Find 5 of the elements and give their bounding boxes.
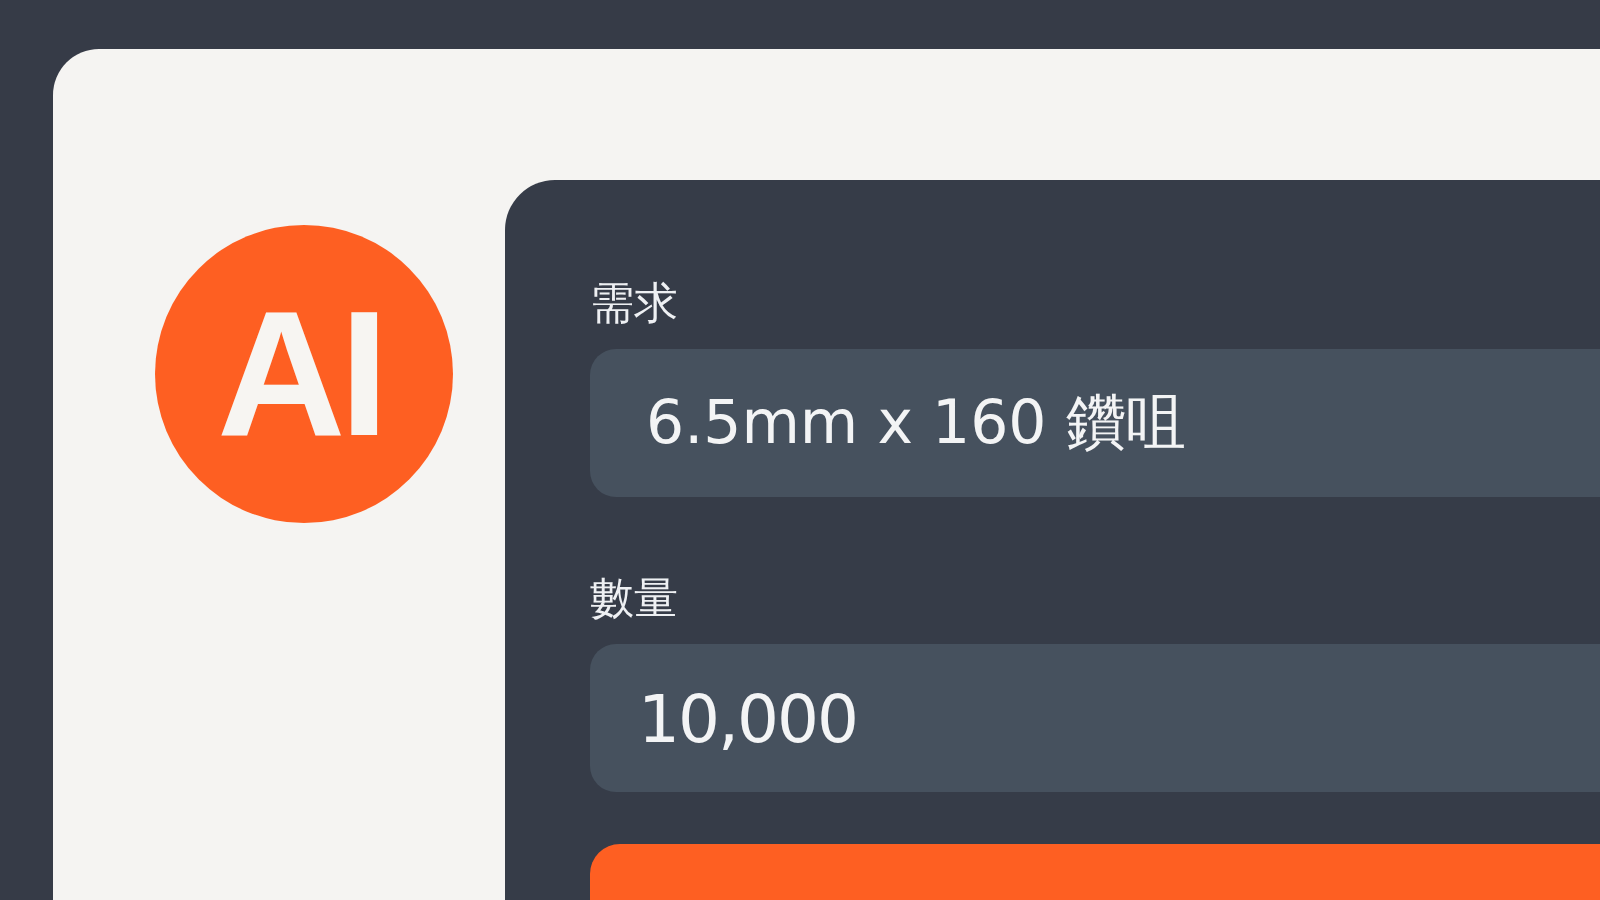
field-label: 需求 [590, 276, 678, 330]
field-label: 數量 [590, 571, 678, 625]
input-field[interactable]: 6.5mm x 160 鑽咀 [590, 349, 1600, 497]
ai-logo: AI [155, 225, 453, 523]
input-field[interactable]: 10,000 [590, 644, 1600, 792]
